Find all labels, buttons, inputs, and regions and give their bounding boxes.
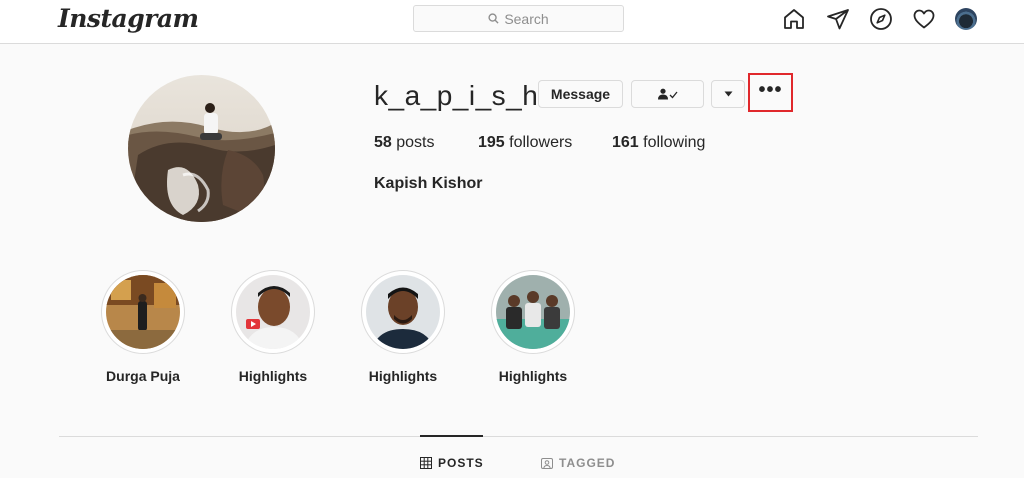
posts-label: posts xyxy=(396,134,435,151)
tagged-person-icon xyxy=(541,458,553,469)
highlight-thumbnail xyxy=(496,275,570,349)
message-button[interactable]: Message xyxy=(538,80,623,108)
following-label: following xyxy=(643,134,706,151)
instagram-logo[interactable]: Instagram xyxy=(58,4,199,33)
person-check-icon xyxy=(657,88,678,100)
highlight-label: Highlights xyxy=(368,368,438,384)
grid-icon xyxy=(420,457,432,469)
profile-avatar[interactable] xyxy=(955,8,977,30)
more-options-button[interactable]: ••• xyxy=(748,73,793,112)
home-icon[interactable] xyxy=(782,7,806,31)
highlight-item[interactable]: Highlights xyxy=(348,270,458,384)
highlight-label: Highlights xyxy=(498,368,568,384)
search-input[interactable]: Search xyxy=(413,5,624,32)
direct-message-icon[interactable] xyxy=(826,7,850,31)
followers-count: 195 xyxy=(478,134,505,151)
highlight-item[interactable]: Durga Puja xyxy=(88,270,198,384)
followers-stat[interactable]: 195 followers xyxy=(478,134,572,152)
posts-count: 58 xyxy=(374,134,392,151)
highlight-item[interactable]: Highlights xyxy=(478,270,588,384)
tab-posts-label: POSTS xyxy=(438,456,484,470)
search-placeholder: Search xyxy=(504,10,549,27)
following-stat[interactable]: 161 following xyxy=(612,134,705,152)
tab-posts[interactable]: POSTS xyxy=(420,456,484,470)
active-tab-indicator xyxy=(420,435,483,437)
profile-picture[interactable] xyxy=(128,75,275,222)
tab-tagged-label: TAGGED xyxy=(559,456,616,470)
following-count: 161 xyxy=(612,134,639,151)
following-button[interactable] xyxy=(631,80,704,108)
highlight-ring xyxy=(361,270,445,354)
followers-label: followers xyxy=(509,134,573,151)
posts-stat: 58 posts xyxy=(374,134,435,152)
highlight-thumbnail xyxy=(236,275,310,349)
highlight-label: Highlights xyxy=(238,368,308,384)
more-options-icon: ••• xyxy=(758,78,783,101)
highlight-ring xyxy=(231,270,315,354)
profile-username: k_a_p_i_s_h xyxy=(374,80,539,111)
top-navigation-bar: Instagram Search xyxy=(0,0,1024,44)
tabs-divider xyxy=(59,436,978,437)
highlight-thumbnail xyxy=(106,275,180,349)
highlight-label: Durga Puja xyxy=(106,368,180,384)
suggestions-dropdown-button[interactable] xyxy=(711,80,745,108)
tab-tagged[interactable]: TAGGED xyxy=(541,456,615,470)
profile-full-name: Kapish Kishor xyxy=(374,175,483,192)
highlight-thumbnail xyxy=(366,275,440,349)
highlight-item[interactable]: Highlights xyxy=(218,270,328,384)
explore-compass-icon[interactable] xyxy=(869,7,893,31)
highlight-ring xyxy=(101,270,185,354)
highlight-ring xyxy=(491,270,575,354)
search-icon xyxy=(488,13,499,24)
activity-heart-icon[interactable] xyxy=(912,7,936,31)
chevron-down-icon xyxy=(724,91,732,97)
